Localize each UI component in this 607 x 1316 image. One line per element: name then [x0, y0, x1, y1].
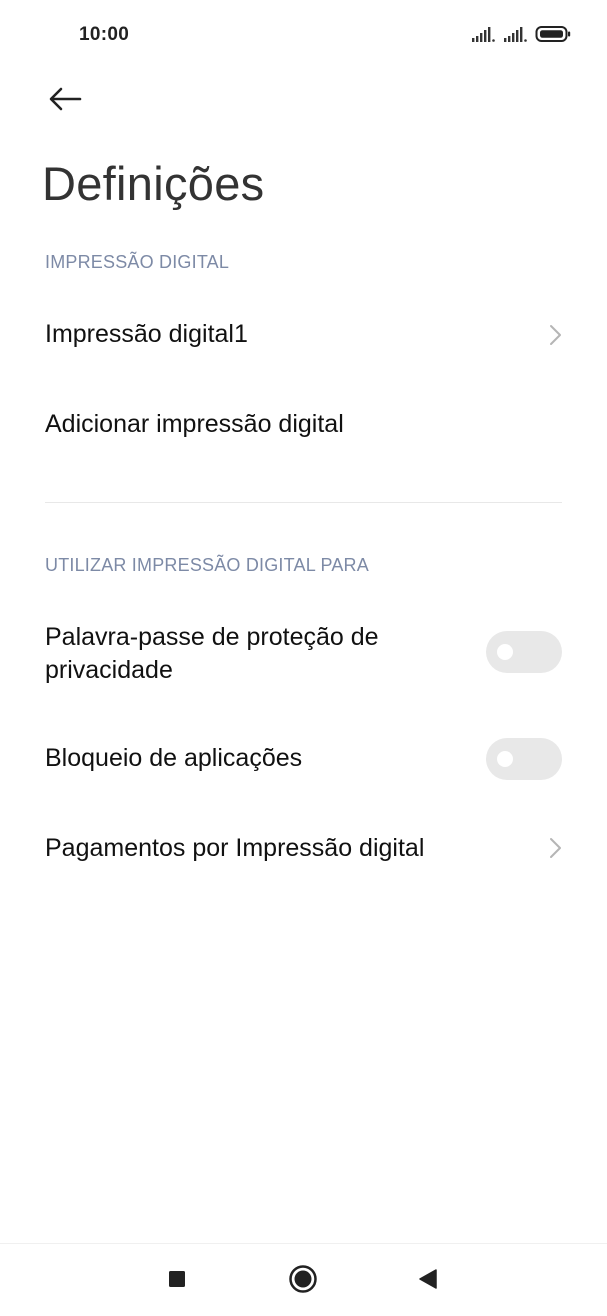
page-title: Definições [42, 157, 265, 210]
home-button[interactable] [283, 1264, 323, 1298]
status-time: 10:00 [79, 24, 130, 45]
app-lock-toggle[interactable] [486, 738, 562, 780]
signal-icon [503, 25, 529, 43]
fingerprint-1-item[interactable]: Impressão digital1 [0, 300, 607, 370]
status-icons [471, 25, 571, 43]
nav-back-button[interactable] [408, 1264, 448, 1298]
battery-icon [535, 25, 571, 43]
app-lock-item[interactable]: Bloqueio de aplicações [0, 722, 607, 796]
section-header-fingerprint: IMPRESSÃO DIGITAL [45, 252, 230, 272]
chevron-right-icon [547, 836, 563, 860]
fingerprint-payments-label: Pagamentos por Impressão digital [45, 834, 425, 862]
signal-icon [471, 25, 497, 43]
section-divider [45, 502, 562, 503]
back-arrow-icon [47, 87, 83, 116]
chevron-right-icon [547, 323, 563, 347]
privacy-password-toggle[interactable] [486, 631, 562, 673]
toggle-knob [497, 751, 513, 767]
privacy-password-label: Palavra-passe de proteção de privacidade [45, 623, 379, 684]
recents-button[interactable] [157, 1264, 197, 1298]
status-bar: 10:00 [0, 0, 607, 70]
back-button[interactable] [40, 80, 90, 122]
fingerprint-1-label: Impressão digital1 [45, 320, 248, 348]
recents-square-icon [167, 1269, 187, 1294]
toggle-knob [497, 644, 513, 660]
fingerprint-payments-item[interactable]: Pagamentos por Impressão digital [0, 814, 607, 884]
navigation-bar [0, 1243, 607, 1316]
section-header-use-fingerprint-for: UTILIZAR IMPRESSÃO DIGITAL PARA [45, 555, 369, 575]
add-fingerprint-label: Adicionar impressão digital [45, 410, 344, 438]
add-fingerprint-item[interactable]: Adicionar impressão digital [0, 390, 607, 460]
home-circle-icon [288, 1264, 318, 1299]
back-triangle-icon [417, 1268, 439, 1295]
privacy-password-item[interactable]: Palavra-passe de proteção de privacidade [0, 612, 607, 694]
app-lock-label: Bloqueio de aplicações [45, 744, 303, 772]
screen: 10:00 Definições IMPRESSÃO DIGITAL Impre… [0, 0, 607, 1316]
